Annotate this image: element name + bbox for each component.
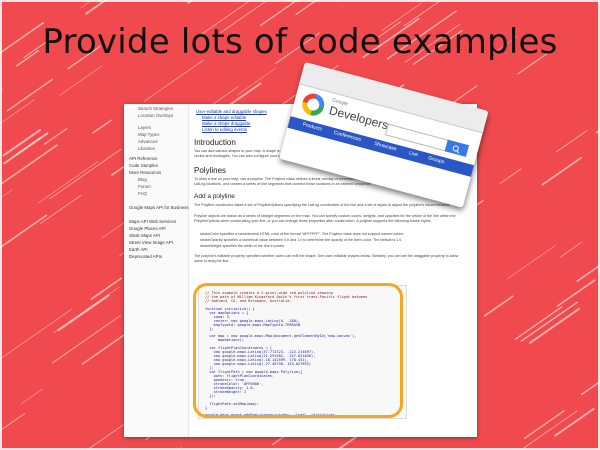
sidebar-item[interactable]: Map Types (138, 132, 159, 137)
sidebar-item[interactable]: API Reference (129, 156, 158, 161)
bullet-stroke-color: strokeColor specifies a hexadecimal HTML… (200, 232, 405, 236)
sidebar-item[interactable]: Street View Image API (129, 240, 173, 245)
sidebar-item[interactable]: Location Overlays (138, 113, 173, 118)
doc-link-make-editable[interactable]: Make a shape editable (202, 115, 246, 120)
doc-link-make-draggable[interactable]: Make a shape draggable (202, 121, 250, 126)
add-polyline-text: The Polyline constructor takes a set of … (194, 203, 451, 207)
sidebar-item[interactable]: Static Maps API (129, 233, 160, 238)
intro-heading: Introduction (194, 138, 236, 147)
sidebar-item[interactable]: Layers (138, 125, 151, 130)
sidebar-item[interactable]: Deprecated APIs (129, 254, 162, 259)
bullet-stroke-opacity: strokeOpacity specifies a numerical valu… (200, 238, 403, 242)
doc-link-editing-events[interactable]: Listen to editing events (202, 127, 247, 132)
sidebar-item[interactable]: Google Maps API for Business (129, 205, 189, 210)
sidebar-item[interactable]: Libraries (138, 146, 155, 151)
sidebar-item[interactable]: Google Places API (129, 226, 166, 231)
code-highlight-ring (193, 283, 403, 418)
add-polyline-heading: Add a polyline (194, 193, 235, 200)
after-bullets-text: The polyline's editable property specifi… (194, 254, 459, 264)
sidebar-item[interactable]: Search Strategies (138, 106, 173, 111)
slide-title: Provide lots of code examples (42, 22, 558, 62)
sidebar-item[interactable]: FAQ (138, 191, 147, 196)
add-polyline-text-2: Polyline objects are drawn as a series o… (194, 214, 456, 224)
sidebar-item[interactable]: Code Samples (129, 163, 158, 168)
doc-link-editable-shapes[interactable]: User-editable and draggable shapes (196, 109, 267, 114)
search-button[interactable] (444, 139, 470, 157)
bullet-stroke-weight: strokeWeight specifies the width of the … (200, 244, 285, 248)
search-icon (452, 145, 460, 154)
sidebar-item[interactable]: Maps API Web Services (129, 219, 176, 224)
presentation-slide: Provide lots of code examples Search Str… (0, 0, 600, 450)
sidebar-item[interactable]: More Resources (129, 170, 161, 175)
polylines-heading: Polylines (194, 166, 227, 175)
doc-sidebar: Search Strategies Location Overlays Layers… (124, 104, 189, 437)
sidebar-item[interactable]: Advanced (138, 139, 158, 144)
sidebar-item[interactable]: Forum (138, 184, 151, 189)
sidebar-item[interactable]: Blog (138, 177, 147, 182)
sidebar-item[interactable]: Earth API (129, 247, 148, 252)
google-developers-logo-icon (299, 91, 327, 119)
